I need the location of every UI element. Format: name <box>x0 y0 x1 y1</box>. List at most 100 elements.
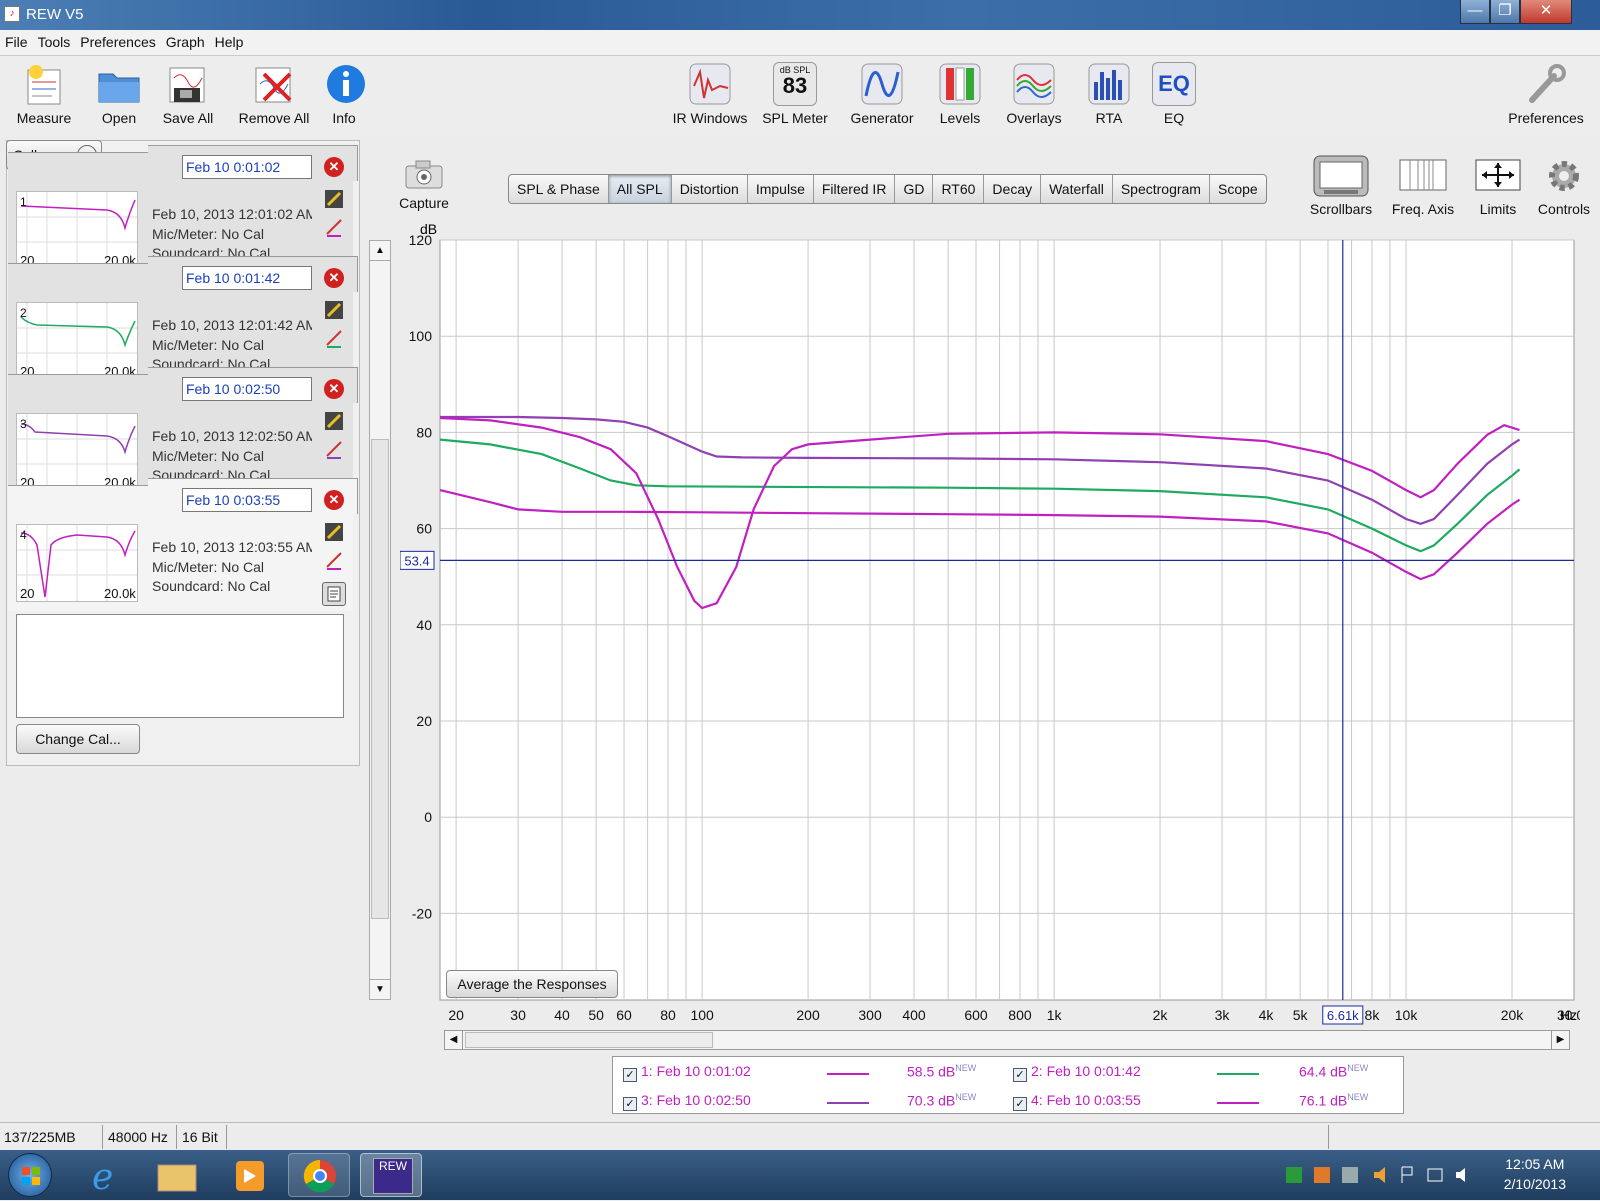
spl-chart-svg[interactable]: 120100806040200-2020 30 40 50 60 80 100 200 300 4… <box>399 220 1592 1038</box>
save-all-icon <box>166 62 210 106</box>
close-icon[interactable]: ✕ <box>324 157 344 177</box>
vertical-scrollbar[interactable]: ▲ ▼ <box>369 240 391 1000</box>
tab-spl-phase[interactable]: SPL & Phase <box>509 175 609 203</box>
capture-button[interactable]: Capture <box>398 158 450 211</box>
controls-button[interactable]: Controls <box>1534 154 1594 217</box>
spl-chart[interactable]: 120 100 80 60 40 20 0 -20 20 30 40 50 60 80 100 200 300 4… <box>399 220 1592 1050</box>
tab-spectrogram[interactable]: Spectrogram <box>1113 175 1210 203</box>
generator-button[interactable]: Generator <box>848 62 916 126</box>
edit-icon[interactable] <box>324 522 344 542</box>
bit-depth-status: 16 Bit <box>182 1129 218 1145</box>
measurement-info: Feb 10, 2013 12:01:02 AM Mic/Meter: No Ca… <box>152 205 312 264</box>
measurement-name-input[interactable]: Feb 10 0:01:02 <box>182 155 312 179</box>
checkbox[interactable]: ✓ <box>623 1068 637 1082</box>
color-pen-icon[interactable] <box>324 217 344 237</box>
measurement-card-3[interactable]: Feb 10 0:02:50 ✕ 3 20 20.0k Feb 10, 2013… <box>8 367 358 491</box>
tab-scope[interactable]: Scope <box>1210 175 1266 203</box>
checkbox[interactable]: ✓ <box>1013 1097 1027 1111</box>
start-button[interactable] <box>8 1153 52 1197</box>
measurement-name-input[interactable]: Feb 10 0:02:50 <box>182 377 312 401</box>
close-icon[interactable]: ✕ <box>324 379 344 399</box>
edit-icon[interactable] <box>324 300 344 320</box>
x-tick-label: 30 <box>510 1007 526 1023</box>
legend-item-3[interactable]: ✓ 3: Feb 10 0:02:50 <box>623 1092 751 1111</box>
measurement-card-1[interactable]: Feb 10 0:01:02 ✕ 1 20 20.0k Feb 10, 2013… <box>8 145 358 269</box>
change-cal-button[interactable]: Change Cal... <box>16 724 140 754</box>
overlays-button[interactable]: Overlays <box>1002 62 1066 126</box>
rew-taskbar-item[interactable]: REW <box>360 1153 422 1197</box>
tab-distortion[interactable]: Distortion <box>672 175 748 203</box>
freq-axis-button[interactable]: Freq. Axis <box>1388 154 1458 217</box>
scroll-thumb[interactable] <box>371 439 389 919</box>
measurement-name-input[interactable]: Feb 10 0:03:55 <box>182 488 312 512</box>
remove-all-button[interactable]: Remove All <box>236 62 312 126</box>
close-icon[interactable]: ✕ <box>324 268 344 288</box>
spl-meter-button[interactable]: dB SPL 83 SPL Meter <box>760 62 830 126</box>
wrench-icon <box>1524 62 1568 106</box>
measure-button[interactable]: Measure <box>14 62 74 126</box>
tab-gd[interactable]: GD <box>895 175 934 203</box>
notes-icon[interactable] <box>322 582 346 606</box>
scroll-thumb[interactable] <box>465 1032 713 1048</box>
limits-button[interactable]: Limits <box>1470 154 1526 217</box>
preferences-button[interactable]: Preferences <box>1500 62 1592 126</box>
horizontal-scrollbar[interactable]: ◀ ▶ <box>444 1030 1570 1050</box>
tab-decay[interactable]: Decay <box>984 175 1042 203</box>
legend-item-2[interactable]: ✓ 2: Feb 10 0:01:42 <box>1013 1063 1141 1082</box>
color-pen-icon[interactable] <box>324 439 344 459</box>
chrome-taskbar-item[interactable] <box>288 1153 350 1197</box>
levels-button[interactable]: Levels <box>934 62 986 126</box>
menu-help[interactable]: Help <box>210 30 249 50</box>
menu-tools[interactable]: Tools <box>33 30 76 50</box>
checkbox[interactable]: ✓ <box>623 1097 637 1111</box>
measurement-card-2[interactable]: Feb 10 0:01:42 ✕ 2 20 20.0k Feb 10, 2013… <box>8 256 358 380</box>
average-responses-button[interactable]: Average the Responses <box>446 970 618 998</box>
color-pen-icon[interactable] <box>324 550 344 570</box>
windows-logo-icon <box>22 1167 40 1185</box>
tab-filtered-ir[interactable]: Filtered IR <box>814 175 896 203</box>
tab-rt60[interactable]: RT60 <box>933 175 985 203</box>
checkbox[interactable]: ✓ <box>1013 1068 1027 1082</box>
tab-impulse[interactable]: Impulse <box>748 175 814 203</box>
scroll-left-icon[interactable]: ◀ <box>445 1031 463 1049</box>
scrollbars-button[interactable]: Scrollbars <box>1308 154 1374 217</box>
edit-icon[interactable] <box>324 411 344 431</box>
media-player-taskbar-item[interactable] <box>218 1153 280 1197</box>
tab-waterfall[interactable]: Waterfall <box>1041 175 1113 203</box>
legend-item-1[interactable]: ✓ 1: Feb 10 0:01:02 <box>623 1063 751 1082</box>
internet-explorer-taskbar-item[interactable]: e <box>74 1153 136 1198</box>
plot-area[interactable] <box>439 239 1575 1001</box>
ir-windows-button[interactable]: IR Windows <box>668 62 752 126</box>
measurement-card-4[interactable]: Feb 10 0:03:55 ✕ 4 20 20.0k Feb 10, 2013… <box>8 478 358 611</box>
spl-badge-value: 83 <box>782 73 808 98</box>
scroll-down-icon[interactable]: ▼ <box>370 979 390 999</box>
notes-textarea[interactable] <box>16 614 344 718</box>
menu-file[interactable]: File <box>0 30 33 50</box>
eq-button[interactable]: EQ EQ <box>1152 62 1196 126</box>
explorer-taskbar-item[interactable] <box>146 1153 208 1197</box>
scroll-up-icon[interactable]: ▲ <box>370 241 390 261</box>
measurement-name-input[interactable]: Feb 10 0:01:42 <box>182 266 312 290</box>
menu-graph[interactable]: Graph <box>161 30 210 50</box>
y-tick-label: 100 <box>409 328 433 344</box>
minimize-button[interactable]: — <box>1460 0 1490 24</box>
save-all-button[interactable]: Save All <box>158 62 218 126</box>
close-icon[interactable]: ✕ <box>324 490 344 510</box>
info-button[interactable]: Info <box>324 62 365 126</box>
tab-all-spl[interactable]: All SPL <box>608 175 672 203</box>
measurement-number: 1 <box>20 195 27 209</box>
legend-label: 4: Feb 10 0:03:55 <box>1031 1092 1141 1108</box>
preferences-label: Preferences <box>1508 110 1584 126</box>
maximize-button[interactable]: ❐ <box>1490 0 1520 24</box>
menu-preferences[interactable]: Preferences <box>75 30 160 50</box>
x-tick-label: 100 <box>690 1007 714 1023</box>
x-tick-label: 60 <box>616 1007 632 1023</box>
close-button[interactable]: ✕ <box>1520 0 1572 24</box>
rta-button[interactable]: RTA <box>1086 62 1132 126</box>
open-button[interactable]: Open <box>94 62 144 126</box>
legend-item-4[interactable]: ✓ 4: Feb 10 0:03:55 <box>1013 1092 1141 1111</box>
edit-icon[interactable] <box>324 189 344 209</box>
color-pen-icon[interactable] <box>324 328 344 348</box>
taskbar-clock[interactable]: 12:05 AM 2/10/2013 <box>1504 1154 1566 1194</box>
scroll-right-icon[interactable]: ▶ <box>1551 1031 1569 1049</box>
